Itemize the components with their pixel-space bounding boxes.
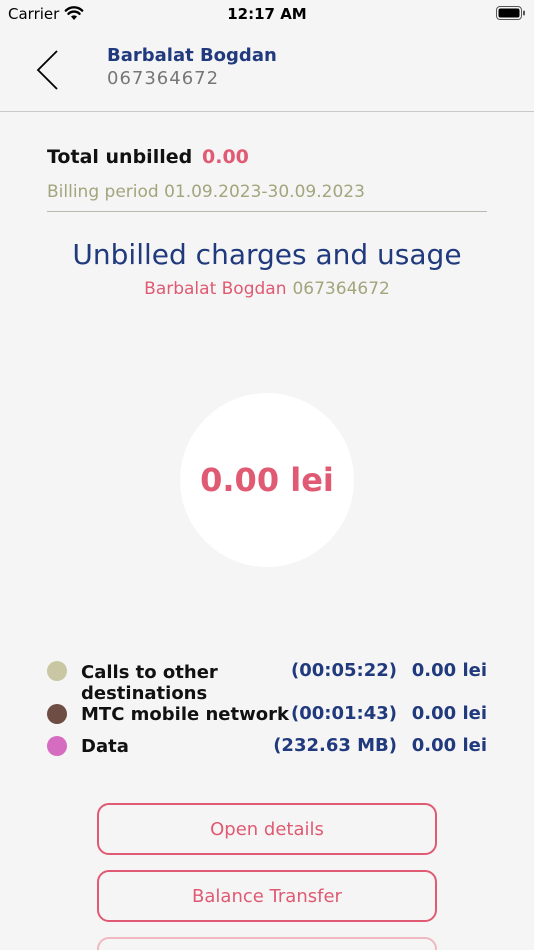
usage-duration: (00:05:22) [291, 660, 397, 681]
total-unbilled-label: Total unbilled [47, 146, 193, 168]
usage-amount: 0.00 lei [411, 703, 487, 724]
open-details-button[interactable]: Open details [97, 803, 437, 855]
header-phone: 067364672 [107, 68, 220, 89]
total-circle: 0.00 lei [180, 393, 354, 567]
legend-dot-icon [47, 661, 67, 681]
header-name: Barbalat Bogdan [107, 45, 277, 66]
usage-amount: 0.00 lei [411, 735, 487, 756]
section-subtitle: Barbalat Bogdan 067364672 [0, 279, 534, 299]
nav-bar: Barbalat Bogdan 067364672 [0, 30, 534, 112]
circle-amount: 0.00 lei [200, 461, 334, 499]
back-button[interactable] [30, 48, 66, 92]
battery-icon [496, 6, 526, 25]
usage-label: MTC mobile network [81, 704, 289, 725]
usage-label: Calls to other destinations [81, 662, 218, 704]
usage-duration: (232.63 MB) [273, 735, 397, 756]
chevron-left-icon [36, 50, 58, 90]
partial-button[interactable] [97, 937, 437, 950]
divider [47, 211, 487, 212]
status-time: 12:17 AM [227, 5, 307, 23]
subscriber-name: Barbalat Bogdan [144, 279, 287, 299]
usage-label: Data [81, 736, 129, 757]
legend-dot-icon [47, 736, 67, 756]
usage-duration: (00:01:43) [291, 703, 397, 724]
legend-dot-icon [47, 704, 67, 724]
status-bar: Carrier 12:17 AM [0, 0, 534, 30]
balance-transfer-button[interactable]: Balance Transfer [97, 870, 437, 922]
billing-period: Billing period 01.09.2023-30.09.2023 [47, 182, 365, 202]
usage-amount: 0.00 lei [411, 660, 487, 681]
subscriber-phone: 067364672 [292, 279, 390, 299]
section-title: Unbilled charges and usage [72, 238, 462, 271]
total-unbilled-value: 0.00 [202, 146, 249, 168]
